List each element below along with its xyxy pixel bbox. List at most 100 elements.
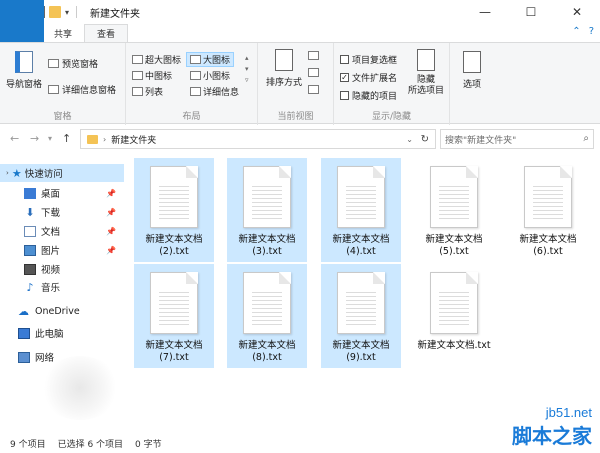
ribbon: 导航窗格 预览窗格 详细信息窗格 窗格 超大图标 大图标 中图标 小图标 列表 … — [0, 42, 600, 125]
nav-onedrive[interactable]: ☁ OneDrive — [0, 302, 124, 320]
file-name: 新建文本文档 (3).txt — [238, 234, 295, 258]
options-button[interactable]: 选项 — [454, 51, 490, 90]
navigation-pane-icon — [15, 51, 33, 73]
search-icon[interactable]: ⌕ — [583, 133, 589, 144]
desktop-icon — [24, 187, 36, 199]
item-checkboxes-toggle[interactable]: 项目复选框 — [340, 53, 397, 66]
file-item[interactable]: 新建文本文档 (3).txt — [227, 158, 307, 262]
layout-list[interactable]: 列表 — [132, 85, 163, 98]
nav-item-videos[interactable]: 视频 — [0, 260, 124, 278]
file-name-line1: 新建文本文档 — [145, 234, 203, 245]
hidden-items-toggle[interactable]: 隐藏的项目 — [340, 89, 397, 102]
layout-scroll[interactable]: ▴ ▾ ▿ — [245, 53, 249, 86]
file-item[interactable]: 新建文本文档 (7).txt — [134, 264, 214, 368]
pin-icon: 📌 — [106, 226, 116, 236]
medium-icons-icon — [132, 71, 143, 80]
nav-item-label: 文档 — [41, 227, 61, 238]
address-dropdown-icon[interactable]: ⌄ — [406, 135, 413, 144]
maximize-button[interactable]: ☐ — [508, 0, 554, 24]
file-item[interactable]: 新建文本文档.txt — [414, 264, 494, 368]
hidden-items-label: 隐藏的项目 — [352, 92, 398, 102]
file-name: 新建文本文档 (5).txt — [425, 234, 482, 258]
item-checkboxes-checkbox[interactable] — [340, 55, 349, 64]
file-name-line2: (3).txt — [252, 246, 282, 257]
sort-by-label: 排序方式 — [265, 78, 302, 88]
layout-extra-large-icons[interactable]: 超大图标 — [132, 53, 181, 66]
nav-item-desktop[interactable]: 桌面 📌 — [0, 184, 124, 202]
nav-quick-access[interactable]: › ★ 快速访问 — [0, 164, 124, 182]
computer-icon — [18, 327, 30, 339]
navigation-pane-button[interactable]: 导航窗格 — [4, 51, 44, 90]
layout-medium-icons[interactable]: 中图标 — [132, 69, 172, 82]
file-item[interactable]: 新建文本文档 (5).txt — [414, 158, 494, 262]
ribbon-collapse-icon[interactable]: ⌃ — [572, 26, 580, 37]
recent-chevron-icon[interactable]: ▾ — [48, 134, 52, 143]
tab-share[interactable]: 共享 — [42, 24, 84, 42]
preview-pane-label: 预览窗格 — [62, 60, 99, 70]
cloud-icon: ☁ — [18, 304, 29, 318]
documents-icon — [24, 225, 36, 237]
details-pane-label: 详细信息窗格 — [62, 86, 117, 96]
layout-large-icons[interactable]: 大图标 — [186, 52, 235, 67]
chevron-down-icon[interactable]: ▾ — [65, 8, 69, 17]
file-item[interactable]: 新建文本文档 (9).txt — [321, 264, 401, 368]
layout-details[interactable]: 详细信息 — [190, 85, 239, 98]
nav-this-pc[interactable]: 此电脑 — [0, 324, 124, 342]
add-columns-icon[interactable] — [308, 68, 319, 77]
show-hide-group: 项目复选框 ✓ 文件扩展名 隐藏的项目 隐藏 所选项目 显示/隐藏 — [334, 43, 450, 125]
expand-chevron-icon[interactable]: › — [6, 169, 9, 177]
file-item[interactable]: 新建文本文档 (2).txt — [134, 158, 214, 262]
network-icon — [18, 351, 30, 363]
star-icon: ★ — [11, 166, 22, 180]
options-group: 选项 — [450, 43, 494, 125]
hide-selected-label-2: 所选项目 — [407, 86, 444, 96]
nav-item-pictures[interactable]: 图片 📌 — [0, 241, 124, 259]
hide-selected-button[interactable]: 隐藏 所选项目 — [406, 49, 446, 97]
layout-small-icons[interactable]: 小图标 — [190, 69, 230, 82]
file-name-line2: (5).txt — [439, 246, 469, 257]
text-file-icon — [337, 272, 385, 334]
forward-arrow-icon[interactable]: → — [30, 132, 39, 145]
nav-onedrive-label: OneDrive — [35, 305, 80, 317]
search-box[interactable]: 搜索"新建文件夹" ⌕ — [440, 129, 594, 149]
tab-file[interactable]: 文件 — [0, 0, 44, 42]
nav-item-documents[interactable]: 文档 📌 — [0, 222, 124, 240]
help-icon[interactable]: ? — [589, 26, 594, 37]
file-item[interactable]: 新建文本文档 (4).txt — [321, 158, 401, 262]
layout-group: 超大图标 大图标 中图标 小图标 列表 详细信息 ▴ ▾ ▿ 布局 — [126, 43, 258, 125]
nav-quick-access-label: 快速访问 — [24, 169, 63, 180]
nav-item-music[interactable]: ♪ 音乐 — [0, 278, 124, 296]
decorative-swirl — [40, 356, 120, 420]
details-pane-button[interactable]: 详细信息窗格 — [48, 83, 116, 96]
file-extensions-toggle[interactable]: ✓ 文件扩展名 — [340, 71, 397, 84]
current-view-group: 排序方式 当前视图 — [258, 43, 334, 125]
new-folder-icon[interactable] — [49, 6, 61, 18]
file-name-line1: 新建文本文档 — [332, 340, 390, 351]
minimize-button[interactable]: — — [462, 0, 508, 24]
sort-by-button[interactable]: 排序方式 — [264, 49, 304, 88]
refresh-icon[interactable]: ↻ — [421, 134, 429, 145]
file-name-line2: (6).txt — [533, 246, 563, 257]
search-placeholder: 搜索"新建文件夹" — [445, 135, 517, 146]
explorer-window: ▾ 新建文件夹 — ☐ ✕ 文件 主页 共享 查看 ⌃ ? 导航窗格 — [0, 0, 600, 453]
file-extensions-checkbox[interactable]: ✓ — [340, 73, 349, 82]
file-name: 新建文本文档 (6).txt — [519, 234, 576, 258]
text-file-icon — [430, 166, 478, 228]
back-arrow-icon[interactable]: ← — [10, 132, 19, 145]
options-icon — [463, 51, 481, 73]
breadcrumb-chevron-icon[interactable]: › — [103, 135, 106, 144]
preview-pane-button[interactable]: 预览窗格 — [48, 57, 98, 70]
file-item[interactable]: 新建文本文档 (6).txt — [508, 158, 588, 262]
up-arrow-icon[interactable]: ↑ — [62, 132, 71, 145]
address-bar[interactable]: › 新建文件夹 ⌄ ↻ — [80, 129, 436, 149]
close-button[interactable]: ✕ — [554, 0, 600, 24]
text-file-icon — [430, 272, 478, 334]
tab-view[interactable]: 查看 — [84, 24, 129, 42]
nav-item-downloads[interactable]: ⬇ 下载 📌 — [0, 203, 124, 221]
group-by-icon[interactable] — [308, 51, 319, 60]
hidden-items-checkbox[interactable] — [340, 91, 349, 100]
file-item[interactable]: 新建文本文档 (8).txt — [227, 264, 307, 368]
size-columns-icon[interactable] — [308, 85, 319, 94]
selected-count: 已选择 6 个项目 — [57, 440, 124, 450]
breadcrumb-current[interactable]: 新建文件夹 — [111, 133, 156, 146]
